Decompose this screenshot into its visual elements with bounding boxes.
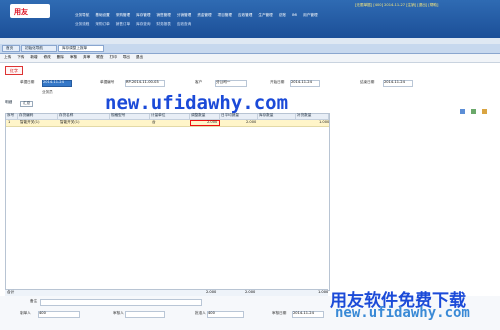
unapprove-button[interactable]: 弃审 [83,56,90,60]
tab-stock-adjust[interactable]: 库存调整上报单 [58,45,104,52]
approver-value: 400 [207,311,244,318]
tab-summary[interactable]: 汇总 [20,101,34,107]
replenish-qty: 1.000 [319,120,330,124]
checker-field [125,311,165,318]
menu-item[interactable]: 分销管理 [177,13,191,18]
watermark-site: new.ufidawhy.com [335,305,470,321]
delete-button[interactable]: 删除 [57,56,64,60]
daily-avg-sales: 2.000 [246,120,257,124]
item-unit[interactable]: 台 [152,120,156,125]
total-daily-avg: 2.000 [245,290,256,294]
top-banner: 用友 [无限单据] [400] 2014-11-27 [注销] [退出] [帮助… [0,0,500,38]
remark-input[interactable] [40,299,202,306]
export-button[interactable]: 导出 [123,56,130,60]
check-date-label: 审核日期 [272,311,287,315]
grid-print-icon[interactable] [482,109,488,114]
total-replenish: 1.000 [318,290,329,294]
total-label: 合计 [7,290,15,294]
staff-label: 业务员 [42,90,53,94]
detail-grid: 序号 存货编码 存货名称 规格型号 计量单位 调整数量 日平均销量 库存数量 补… [5,113,330,291]
item-name[interactable]: 智能开关(1) [60,120,79,125]
menu-item[interactable]: 总账 [279,13,286,18]
brand-logo: 用友 [10,4,50,18]
grid-setting-icon[interactable] [460,109,465,114]
sub-menu: 业务流程 采购订单 销售订单 库存查询 财务报表 应收查询 [75,22,191,27]
action-toolbar: 上传 下传 新增 修改 删除 审核 弃审 联查 打印 导出 退出 [0,54,500,63]
customer-label: 客户 [195,80,203,84]
menu-item[interactable]: 用户管理 [303,13,317,18]
doc-no-input[interactable]: RP-2014-11-00-03 [125,80,165,87]
menu-item[interactable]: 基础设置 [95,13,109,18]
logo-text: 用友 [14,8,28,16]
submenu-item[interactable]: 库存查询 [136,22,150,27]
start-date-input[interactable]: 2014-11-24 [290,80,320,87]
link-button[interactable]: 联查 [96,56,103,60]
date-label: 单据日期 [20,80,35,84]
print-button[interactable]: 打印 [110,56,117,60]
tab-detail[interactable]: 明细 [5,100,12,105]
doc-no-label: 单据编号 [100,80,115,84]
red-doc-badge[interactable]: 红字 [5,66,23,75]
menu-item[interactable]: 业务导航 [75,13,89,18]
approver-label: 批准人 [195,311,206,315]
submenu-item[interactable]: 采购订单 [95,22,109,27]
submenu-item[interactable]: 财务报表 [157,22,171,27]
start-date-label: 开始日期 [270,80,285,84]
new-button[interactable]: 新增 [30,56,37,60]
maker-value: 400 [38,311,80,318]
submenu-item[interactable]: 应收查询 [177,22,191,27]
menu-item[interactable]: 应收管理 [238,13,252,18]
menu-item[interactable]: 采购管理 [116,13,130,18]
submenu-item[interactable]: 销售订单 [116,22,130,27]
check-date-value: 2014-11-24 [292,311,324,318]
watermark-url: new.ufidawhy.com [105,92,289,114]
total-adjust: 2.000 [206,290,217,294]
edit-button[interactable]: 修改 [44,56,51,60]
total-row: 合计 2.000 2.000 1.000 [5,289,328,296]
customer-input[interactable]: 分公司一 [215,80,247,87]
submenu-item[interactable]: 业务流程 [75,22,89,27]
exit-button[interactable]: 退出 [136,56,143,60]
grid-export-icon[interactable] [471,109,477,114]
tab-bar: 首页 初始化导航 库存调整上报单 [0,44,500,54]
remark-label: 备注 [30,299,38,303]
menu-item[interactable]: 销售管理 [157,13,171,18]
item-code[interactable]: 智能开关(1) [20,120,39,125]
main-menu: 业务导航 基础设置 采购管理 库存管理 销售管理 分销管理 资金管理 项目管理 … [75,13,318,18]
table-row[interactable]: 1 智能开关(1) 智能开关(1) 台 2.000 2.000 1.000 [6,120,329,127]
tab-home[interactable]: 首页 [2,45,20,52]
end-date-label: 结束日期 [360,80,375,84]
menu-item[interactable]: 项目管理 [218,13,232,18]
tab-init-guide[interactable]: 初始化导航 [21,45,57,52]
approve-button[interactable]: 审核 [70,56,77,60]
menu-item[interactable]: IMI [292,13,297,18]
upload-button[interactable]: 上传 [4,56,11,60]
menu-item[interactable]: 生产管理 [258,13,272,18]
download-button[interactable]: 下传 [17,56,24,60]
row-index: 1 [8,120,11,124]
date-input[interactable]: 2014-11-24 [42,80,72,87]
checker-label: 审核人 [113,311,124,315]
menu-item[interactable]: 库存管理 [136,13,150,18]
session-status[interactable]: [无限单据] [400] 2014-11-27 [注销] [退出] [帮助] [355,3,438,8]
maker-label: 制单人 [20,311,31,315]
menu-item[interactable]: 资金管理 [197,13,211,18]
end-date-input[interactable]: 2014-11-24 [383,80,413,87]
adjust-qty[interactable]: 2.000 [207,120,217,125]
grid-tool-icons[interactable] [460,99,492,114]
